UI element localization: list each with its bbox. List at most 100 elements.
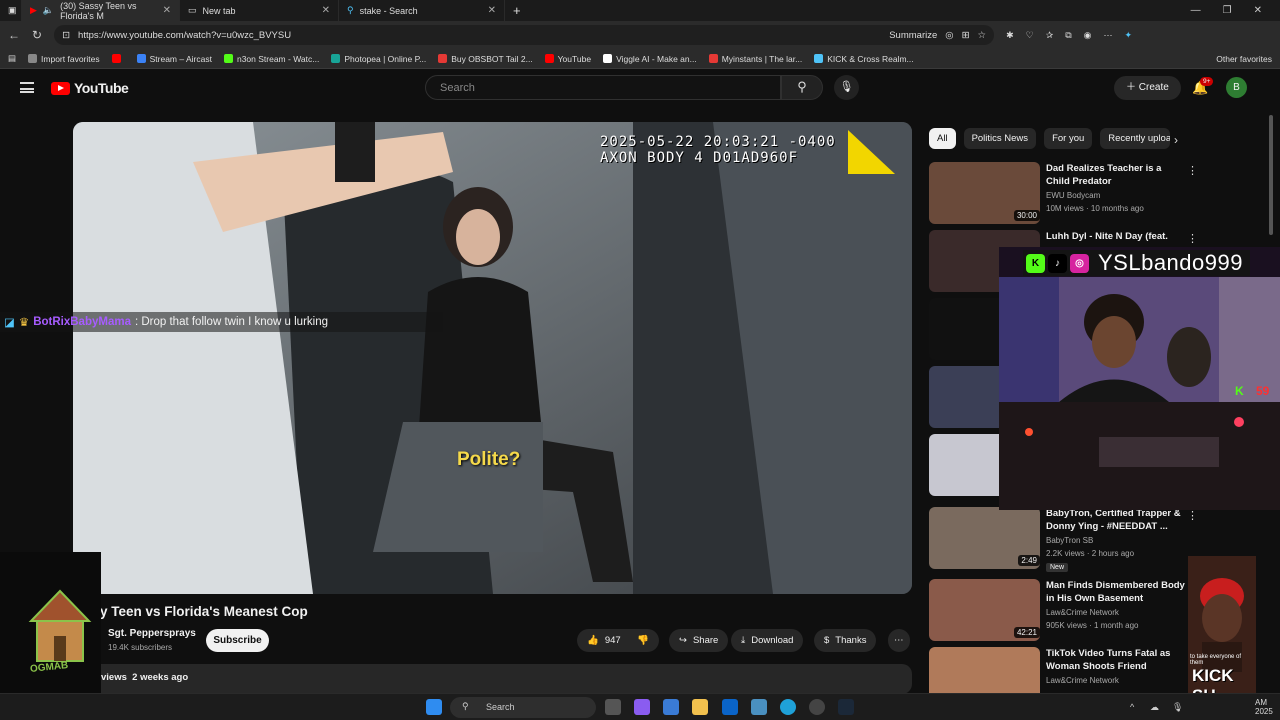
tab-search[interactable]: ⚲ stake - Search ✕ [339, 0, 505, 21]
bookmark-item[interactable]: Myinstants | The lar... [708, 54, 802, 64]
more-actions-button[interactable]: ⋯ [888, 629, 910, 652]
share-button[interactable]: ↪ Share [669, 629, 729, 652]
new-tab-button[interactable]: + [505, 0, 529, 21]
steam-icon[interactable] [838, 699, 854, 715]
bookmark-item[interactable]: Photopea | Online P... [331, 54, 426, 64]
profile-icon[interactable]: ◉ [1084, 30, 1092, 41]
browser-essentials-icon[interactable]: ♡ [1026, 30, 1034, 41]
tab-youtube[interactable]: ▶ 🔈 (30) Sassy Teen vs Florida's M ✕ [22, 0, 180, 21]
dislike-icon[interactable]: 👎 [637, 629, 649, 652]
bookmark-item[interactable]: Viggle AI - Make an... [603, 54, 697, 64]
close-tab-icon[interactable]: ✕ [322, 5, 330, 16]
recommendation-title[interactable]: Luhh Dyl - Nite N Day (feat. [1046, 231, 1186, 244]
more-options-icon[interactable]: ⋮ [1187, 509, 1198, 522]
bookmark-item[interactable]: Stream – Aircast [136, 54, 212, 64]
maximize-icon[interactable]: ❐ [1223, 5, 1232, 16]
tray-chevron-icon[interactable]: ^ [1130, 702, 1134, 712]
recommendation-channel[interactable]: Law&Crime Network [1046, 608, 1119, 617]
read-aloud-icon[interactable]: ◎ [945, 30, 953, 41]
bookmark-item[interactable]: Buy OBSBOT Tail 2... [438, 54, 533, 64]
subscribe-button[interactable]: Subscribe [206, 629, 269, 652]
voice-search-button[interactable]: 🎙 [834, 75, 859, 100]
photos-icon[interactable] [751, 699, 767, 715]
task-view-icon[interactable] [605, 699, 621, 715]
create-button[interactable]: ＋ Create [1114, 76, 1181, 100]
streamer-handle: YSLbando999 [1098, 250, 1243, 275]
apps-icon[interactable]: ⊞ [962, 30, 970, 41]
search-button[interactable]: ⚲ [781, 75, 823, 100]
description-box[interactable]: views 2 weeks ago [73, 664, 912, 694]
reload-icon[interactable]: ↻ [32, 28, 42, 42]
bookmark-item[interactable] [111, 54, 125, 63]
more-options-icon[interactable]: ⋮ [1187, 164, 1198, 177]
minimize-icon[interactable]: — [1191, 5, 1201, 16]
onedrive-icon[interactable]: ☁ [1150, 702, 1159, 713]
more-options-icon[interactable]: ⋮ [1187, 232, 1198, 245]
chat-text: : Drop that follow twin I know u lurking [134, 316, 328, 328]
back-icon[interactable]: ← [8, 28, 20, 42]
extensions-icon[interactable]: ✱ [1006, 30, 1014, 41]
recommendation-channel[interactable]: EWU Bodycam [1046, 191, 1100, 200]
recommendation-title[interactable]: BabyTron, Certified Trapper & Donny Ying… [1046, 508, 1186, 533]
summarize-label[interactable]: Summarize [889, 30, 937, 41]
taskbar-search-label: Search [486, 702, 515, 712]
instagram-icon: ◎ [1070, 253, 1089, 273]
recommendation-title[interactable]: TikTok Video Turns Fatal as Woman Shoots… [1046, 648, 1186, 673]
recommendation-channel[interactable]: BabyTron SB [1046, 536, 1093, 545]
bookmark-item[interactable]: n3on Stream - Watc... [223, 54, 319, 64]
file-explorer-icon[interactable] [692, 699, 708, 715]
search-input[interactable]: Search [425, 75, 781, 100]
close-window-icon[interactable]: ✕ [1254, 5, 1262, 16]
store-icon[interactable] [663, 699, 679, 715]
copilot-icon[interactable]: ✦ [1125, 30, 1133, 41]
tab-actions-icon[interactable]: ▣ [0, 0, 22, 21]
outlook-icon[interactable] [722, 699, 738, 715]
youtube-logo[interactable]: YouTube [51, 80, 129, 96]
thanks-button[interactable]: $ Thanks [814, 629, 877, 652]
collections-icon[interactable]: ⧉ [1065, 30, 1071, 41]
copilot-app-icon[interactable] [634, 699, 650, 715]
favorites-icon[interactable]: ✰ [1046, 30, 1054, 41]
video-player[interactable]: 2025-05-22 20:03:21 -0400 AXON BODY 4 D0… [73, 122, 912, 594]
close-tab-icon[interactable]: ✕ [163, 5, 171, 16]
taskbar-search[interactable]: ⚲ Search [450, 697, 596, 718]
url-field[interactable]: ⊡ https://www.youtube.com/watch?v=u0wzc_… [54, 25, 995, 45]
scrollbar-thumb[interactable] [1269, 115, 1273, 235]
bookmark-item[interactable]: YouTube [544, 53, 592, 64]
like-icon[interactable]: 👍 [587, 629, 599, 652]
bookmark-label: YouTube [557, 53, 592, 64]
tab-new-tab[interactable]: ▭ New tab ✕ [180, 0, 339, 21]
site-info-icon[interactable]: ⊡ [62, 30, 70, 41]
close-tab-icon[interactable]: ✕ [488, 5, 496, 16]
channel-name[interactable]: Sgt. Peppersprays [108, 628, 196, 639]
bookmark-sidebar-icon[interactable]: ▤ [8, 53, 16, 64]
recommendation-title[interactable]: Dad Realizes Teacher is a Child Predator [1046, 163, 1186, 188]
favorite-star-icon[interactable]: ☆ [978, 30, 987, 41]
recommendation-thumbnail[interactable]: 30:00 [929, 162, 1040, 224]
chip-politics-news[interactable]: Politics News [963, 128, 1037, 149]
download-button[interactable]: ⤓ Download [731, 629, 804, 652]
obs-icon[interactable] [809, 699, 825, 715]
chip-all[interactable]: All [929, 128, 956, 149]
windows-start-icon[interactable] [426, 699, 442, 715]
edge-icon[interactable] [780, 699, 796, 715]
speaker-icon[interactable]: 🔈 [43, 5, 54, 16]
menu-icon[interactable] [20, 82, 34, 93]
chevron-right-icon[interactable]: › [1174, 133, 1178, 147]
bookmark-favicon-icon [708, 54, 718, 63]
chip-recently-uploaded[interactable]: Recently uploa [1100, 128, 1171, 149]
chip-for-you[interactable]: For you [1044, 128, 1093, 149]
recommendation-channel[interactable]: Law&Crime Network [1046, 676, 1119, 685]
recommendation-title[interactable]: Man Finds Dismembered Body in His Own Ba… [1046, 580, 1186, 605]
microphone-tray-icon[interactable]: 🎙 [1172, 702, 1183, 713]
bookmark-item[interactable]: KICK & Cross Realm... [814, 53, 914, 64]
recommendation-thumbnail[interactable]: 42:21 [929, 579, 1040, 641]
other-favorites[interactable]: Other favorites [1216, 54, 1272, 64]
recommendation-thumbnail[interactable]: 2:49 [929, 507, 1040, 569]
settings-more-icon[interactable]: ⋯ [1104, 30, 1113, 41]
account-avatar[interactable]: B [1226, 77, 1247, 98]
bookmark-item[interactable]: Import favorites [28, 54, 100, 64]
recommendation-item[interactable]: 30:00 Dad Realizes Teacher is a Child Pre… [929, 162, 1279, 225]
system-clock[interactable]: AM 2025 [1255, 698, 1273, 716]
bookmark-label: KICK & Cross Realm... [827, 53, 914, 64]
